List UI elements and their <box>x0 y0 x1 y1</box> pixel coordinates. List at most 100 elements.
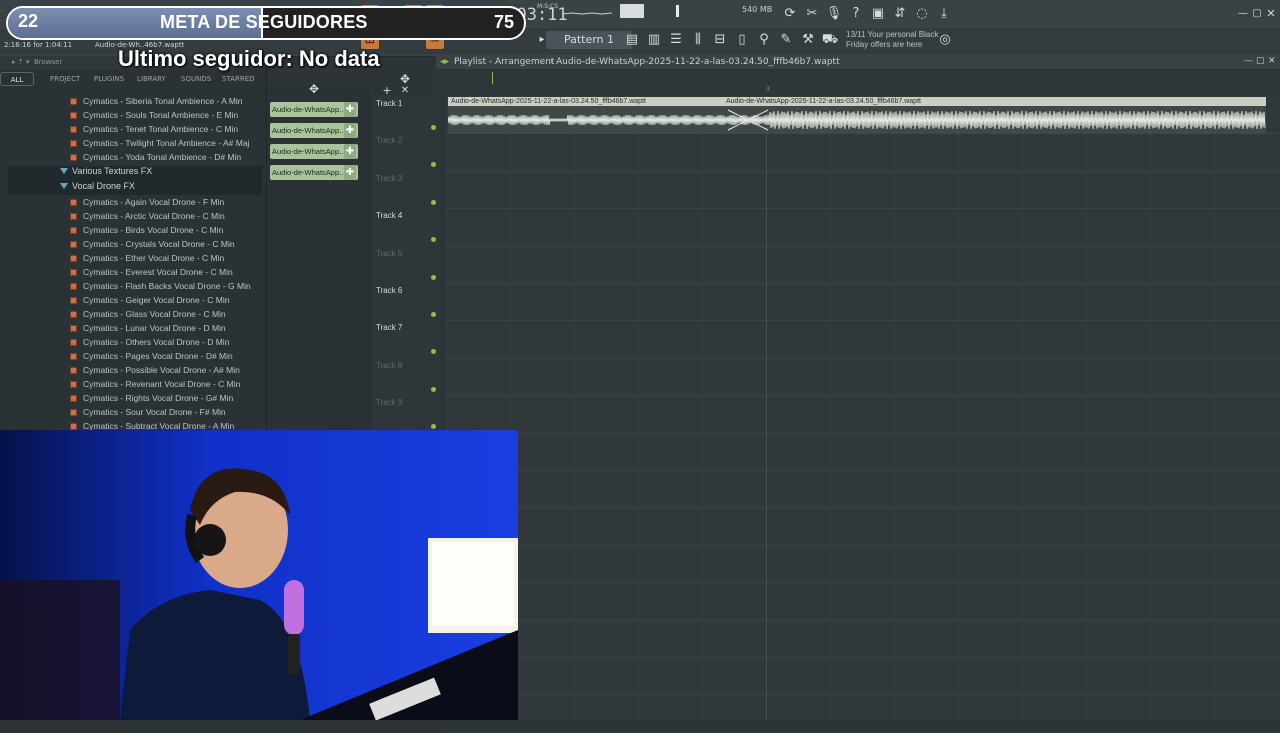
browser-item[interactable]: Cymatics - Glass Vocal Drone - C Min <box>70 309 226 322</box>
track-name[interactable]: Track 9 <box>376 398 402 407</box>
grid-beat-line <box>638 96 639 720</box>
browser-item[interactable]: Cymatics - Tenet Tonal Ambience - C Min <box>70 124 238 137</box>
track-mute-led[interactable] <box>431 386 436 392</box>
track-name[interactable]: Track 2 <box>376 136 402 145</box>
browser-item[interactable]: Cymatics - Flash Backs Vocal Drone - G M… <box>70 281 251 294</box>
save-icon[interactable]: ▣ <box>869 5 887 23</box>
track-mute-led[interactable] <box>431 199 436 205</box>
tempo-graph[interactable] <box>560 5 620 21</box>
piano-roll-icon[interactable]: ▥ <box>645 31 663 49</box>
tab-all[interactable]: ALL <box>0 72 34 86</box>
mixer-icon[interactable]: ⇵ <box>891 5 909 23</box>
browser-item[interactable]: Cymatics - Geiger Vocal Drone - C Min <box>70 295 229 308</box>
audio-file-icon <box>70 311 77 318</box>
grid-beat-line <box>1214 96 1215 720</box>
tab-sounds[interactable]: SOUNDS <box>181 75 211 83</box>
tab-plugins[interactable]: PLUGINS <box>94 75 124 83</box>
browser-item[interactable]: Cymatics - Souls Tonal Ambience - E Min <box>70 110 238 123</box>
folder-various-textures[interactable]: Various Textures FX <box>60 166 152 176</box>
grid-beat-line <box>574 96 575 720</box>
microphone-icon[interactable]: 🎙 <box>825 5 843 23</box>
channel-add-icon[interactable]: ✚ <box>344 123 356 138</box>
channel-button[interactable]: Audio-de-WhatsApp... ✚ <box>270 165 358 180</box>
track-name[interactable]: Track 1 <box>376 99 402 108</box>
channel-button[interactable]: Audio-de-WhatsApp... ✚ <box>270 123 358 138</box>
browser-item[interactable]: Cymatics - Others Vocal Drone - D Min <box>70 337 229 350</box>
browser-item[interactable]: Cymatics - Birds Vocal Drone - C Min <box>70 225 223 238</box>
project-icon[interactable]: ▯ <box>733 31 751 49</box>
channel-add-icon[interactable]: ✚ <box>344 102 356 117</box>
track-name[interactable]: Track 8 <box>376 361 402 370</box>
plugin-picker-icon[interactable]: ✎ <box>777 31 795 49</box>
browser-item[interactable]: Cymatics - Arctic Vocal Drone - C Min <box>70 211 225 224</box>
channel-add-icon[interactable]: ✚ <box>344 165 356 180</box>
audio-file-icon <box>70 98 77 105</box>
track-name[interactable]: Track 7 <box>376 323 402 332</box>
mixer-window-icon[interactable]: ⫼ <box>689 31 707 49</box>
globe-icon[interactable]: ◎ <box>936 31 954 49</box>
audio-file-icon <box>70 367 77 374</box>
browser-item[interactable]: Cymatics - Again Vocal Drone - F Min <box>70 197 224 210</box>
playlist-minimize-icon[interactable]: — <box>1244 56 1253 66</box>
grid-beat-line <box>1086 96 1087 720</box>
playlist-move-icon[interactable]: ✥ <box>396 70 414 88</box>
browser-item-label: Cymatics - Arctic Vocal Drone - C Min <box>83 211 225 221</box>
browser-item[interactable]: Cymatics - Everest Vocal Drone - C Min <box>70 267 233 280</box>
playlist-icon[interactable]: ▤ <box>623 31 641 49</box>
undo-history-icon[interactable]: ⟳ <box>781 5 799 23</box>
cut-icon[interactable]: ✂ <box>803 5 821 23</box>
audio-file-icon <box>70 227 77 234</box>
chat-icon[interactable]: ◌ <box>913 5 931 23</box>
pattern-selector[interactable]: Pattern 1 <box>546 31 632 49</box>
pitch-slider[interactable] <box>676 5 679 17</box>
channel-label: Audio-de-WhatsApp... <box>272 105 346 114</box>
tools-icon[interactable]: ⚒ <box>799 31 817 49</box>
channel-button[interactable]: Audio-de-WhatsApp... ✚ <box>270 102 358 117</box>
download-icon[interactable]: ⤓ <box>935 5 953 23</box>
playhead[interactable] <box>492 72 493 84</box>
browser-nav-arrows-icon[interactable]: ▸ ⇡ ▾ <box>12 58 29 66</box>
playlist-arrow-icon[interactable]: ◂▸ <box>440 57 449 67</box>
track-name[interactable]: Track 6 <box>376 286 402 295</box>
master-volume-display[interactable] <box>620 4 644 18</box>
browser-item[interactable]: Cymatics - Yoda Tonal Ambience - D# Min <box>70 152 241 165</box>
track-mute-led[interactable] <box>431 274 436 280</box>
playlist-grid[interactable] <box>446 96 1280 720</box>
playlist-maximize-icon[interactable]: ▢ <box>1256 56 1265 66</box>
tab-library[interactable]: LIBRARY <box>137 75 166 83</box>
browser-item-label: Cymatics - Yoda Tonal Ambience - D# Min <box>83 152 242 162</box>
tab-project[interactable]: PROJECT <box>50 75 80 83</box>
channel-button[interactable]: Audio-de-WhatsApp... ✚ <box>270 144 358 159</box>
close-icon[interactable]: ✕ <box>1262 5 1280 23</box>
plugin-icon[interactable]: ⚲ <box>755 31 773 49</box>
browser-item[interactable]: Cymatics - Possible Vocal Drone - A# Min <box>70 365 240 378</box>
browser-item[interactable]: Cymatics - Twilight Tonal Ambience - A# … <box>70 138 249 151</box>
browser-item[interactable]: Cymatics - Crystals Vocal Drone - C Min <box>70 239 235 252</box>
rack-move-icon[interactable]: ✥ <box>305 80 323 98</box>
browser-item[interactable]: Cymatics - Siberia Tonal Ambience - A Mi… <box>70 96 243 109</box>
goal-title: META DE SEGUIDORES <box>160 12 368 32</box>
track-mute-led[interactable] <box>431 125 436 130</box>
help-icon[interactable]: ? <box>847 5 865 23</box>
browser-item[interactable]: Cymatics - Sour Vocal Drone - F# Min <box>70 407 226 420</box>
channel-add-icon[interactable]: ✚ <box>344 144 356 159</box>
folder-vocal-drone[interactable]: Vocal Drone FX <box>60 181 135 191</box>
audio-file-icon <box>70 255 77 262</box>
track-name[interactable]: Track 3 <box>376 174 402 183</box>
track-name[interactable]: Track 4 <box>376 211 402 220</box>
browser-item[interactable]: Cymatics - Rights Vocal Drone - G# Min <box>70 393 233 406</box>
tab-starred[interactable]: STARRED <box>222 75 255 83</box>
browser-item[interactable]: Cymatics - Ether Vocal Drone - C Min <box>70 253 224 266</box>
browser-item[interactable]: Cymatics - Lunar Vocal Drone - D Min <box>70 323 226 336</box>
cart-icon[interactable]: ⛟ <box>821 31 839 49</box>
browser-item[interactable]: Cymatics - Pages Vocal Drone - D# Min <box>70 351 233 364</box>
promo-message[interactable]: 13/11 Your personal Black Friday offers … <box>846 30 938 50</box>
channel-rack-icon[interactable]: ☰ <box>667 31 685 49</box>
timeline-ruler[interactable]: 3 <box>436 70 1280 96</box>
browser-icon[interactable]: ⊟ <box>711 31 729 49</box>
track-name[interactable]: Track 5 <box>376 249 402 258</box>
grid-row-line <box>446 507 1280 509</box>
track-mute-led[interactable] <box>431 312 436 317</box>
playlist-close-icon[interactable]: ✕ <box>1268 56 1276 66</box>
browser-item[interactable]: Cymatics - Revenant Vocal Drone - C Min <box>70 379 240 392</box>
